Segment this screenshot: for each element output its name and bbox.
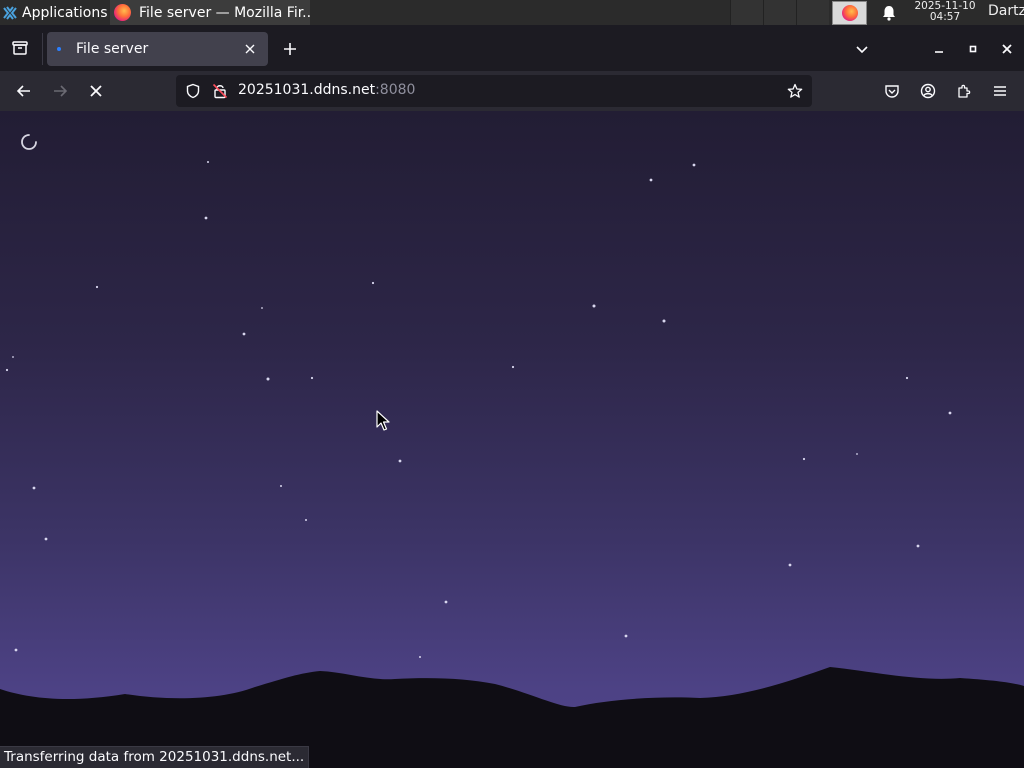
tab-title: File server — [76, 41, 149, 57]
user-menu[interactable]: Dartz — [988, 3, 1024, 19]
system-taskbar: Applications ≡ File server — Mozilla Fir… — [0, 0, 1024, 25]
firefox-view-icon — [12, 41, 28, 55]
tab-loading-icon — [57, 47, 61, 51]
bookmark-star-icon[interactable] — [787, 83, 803, 99]
workspace-2[interactable] — [763, 0, 796, 25]
loading-spinner-icon — [21, 134, 37, 150]
applications-label: Applications — [22, 4, 108, 21]
tab-close-button[interactable] — [240, 39, 260, 59]
workspace-3[interactable] — [796, 0, 829, 25]
close-window-button[interactable] — [995, 37, 1019, 61]
tab-strip-divider — [42, 33, 43, 65]
taskbar-window-firefox[interactable]: File server — Mozilla Fir... — [110, 0, 310, 25]
browser-tab-strip: File server — [0, 25, 1024, 71]
minimize-icon — [935, 51, 943, 53]
workspace-1[interactable] — [730, 0, 763, 25]
account-button[interactable] — [916, 79, 940, 103]
tab-file-server[interactable]: File server — [47, 32, 268, 66]
pocket-button[interactable] — [880, 79, 904, 103]
arrow-right-icon — [54, 85, 68, 97]
extensions-button[interactable] — [952, 79, 976, 103]
mountain-silhouette — [0, 667, 1024, 768]
account-icon — [920, 83, 936, 99]
navigation-toolbar: 20251031.ddns.net:8080 — [0, 71, 1024, 111]
list-all-tabs-button[interactable] — [850, 37, 874, 61]
url-bar[interactable]: 20251031.ddns.net:8080 — [176, 75, 812, 107]
hamburger-menu-icon — [994, 86, 1006, 96]
minimize-button[interactable] — [927, 37, 951, 61]
url-text[interactable]: 20251031.ddns.net:8080 — [238, 82, 415, 98]
insecure-lock-icon[interactable] — [212, 83, 228, 99]
notification-bell-icon[interactable] — [880, 4, 898, 22]
status-panel: Transferring data from 20251031.ddns.net… — [0, 746, 310, 768]
pocket-icon — [885, 85, 899, 98]
page-content — [0, 111, 1024, 768]
new-tab-button[interactable] — [278, 37, 302, 61]
clock[interactable]: 2025-11-10 04:57 — [906, 1, 984, 23]
forward-button[interactable] — [48, 79, 72, 103]
url-host: 20251031.ddns.net — [238, 82, 376, 98]
puzzle-icon — [958, 84, 971, 98]
arrow-left-icon — [16, 85, 30, 97]
applications-menu-button[interactable]: Applications ≡ — [0, 0, 122, 25]
chevron-down-icon — [856, 46, 868, 54]
xfce-logo-icon — [3, 5, 17, 20]
maximize-button[interactable] — [961, 37, 985, 61]
firefox-icon — [114, 4, 131, 21]
clock-time: 04:57 — [929, 11, 961, 23]
plus-icon — [284, 43, 296, 55]
firefox-icon — [841, 5, 858, 21]
taskbar-window-title: File server — Mozilla Fir... — [139, 4, 310, 21]
close-icon — [245, 44, 255, 54]
close-icon — [90, 85, 102, 97]
shield-icon[interactable] — [185, 83, 201, 99]
app-menu-button[interactable] — [988, 79, 1012, 103]
stop-loading-button[interactable] — [84, 79, 108, 103]
mouse-cursor-icon — [376, 410, 390, 431]
back-button[interactable] — [12, 79, 36, 103]
firefox-view-button[interactable] — [8, 36, 32, 60]
maximize-icon — [969, 45, 977, 53]
tray-firefox-button[interactable] — [832, 1, 867, 25]
close-icon — [1002, 44, 1012, 54]
url-port: :8080 — [375, 82, 416, 98]
